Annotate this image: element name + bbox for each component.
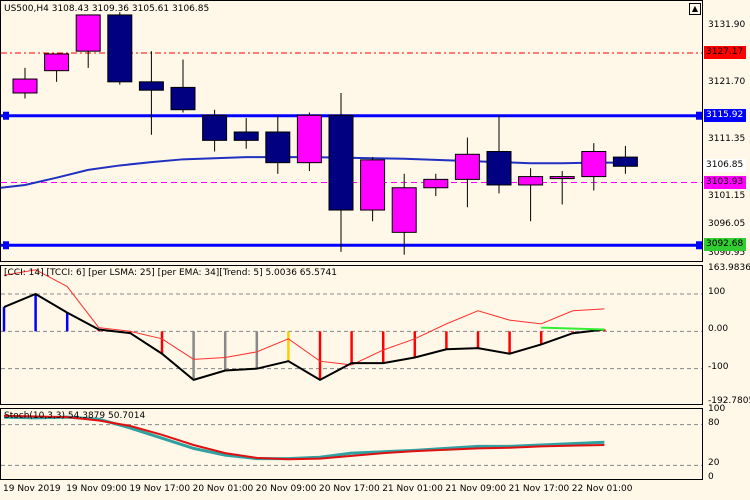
time-tick-label: 19 Nov 17:00 bbox=[129, 484, 191, 494]
cci-tick-label: 100 bbox=[708, 287, 726, 297]
bullish-candle bbox=[581, 151, 607, 178]
price-tick-label: 3121.70 bbox=[708, 76, 746, 87]
bearish-candle bbox=[233, 131, 259, 141]
scroll-corner-icon[interactable]: ▲ bbox=[689, 3, 701, 15]
chart-symbol: US500,H4 bbox=[4, 4, 49, 14]
price-tick-label: 3096.05 bbox=[708, 219, 746, 230]
level-handle bbox=[3, 111, 9, 120]
time-tick-label: 21 Nov 01:00 bbox=[382, 484, 443, 494]
time-tick-label: 20 Nov 01:00 bbox=[192, 484, 254, 494]
stoch-tick-label: 80 bbox=[708, 417, 720, 428]
cci-chart[interactable] bbox=[1, 266, 703, 405]
bullish-candle bbox=[518, 176, 544, 186]
bearish-candle bbox=[328, 114, 354, 211]
time-tick-label: 21 Nov 09:00 bbox=[445, 484, 507, 494]
bullish-candle bbox=[549, 176, 575, 180]
bullish-candle bbox=[454, 153, 480, 180]
bearish-candle bbox=[265, 131, 291, 164]
level-handle bbox=[696, 111, 702, 120]
price-tick-label: 3101.15 bbox=[708, 191, 746, 202]
price-tag: 3115.92 bbox=[704, 108, 746, 122]
bullish-candle bbox=[296, 114, 322, 164]
price-tag: 3092.68 bbox=[704, 238, 746, 252]
cci-indicator-panel[interactable]: [CCI: 14] [TCCI: 6] [per LSMA: 25] [per … bbox=[0, 265, 703, 405]
time-tick-label: 19 Nov 09:00 bbox=[66, 484, 127, 494]
level-handle bbox=[3, 241, 9, 250]
stoch-main-line bbox=[3, 415, 605, 461]
chart-low: 3105.61 bbox=[131, 4, 170, 14]
tcci-line bbox=[3, 269, 605, 366]
stochastic-panel[interactable]: Stoch(10,3,3) 54.3879 50.7014 bbox=[0, 408, 703, 480]
cci-label: [CCI: 14] [TCCI: 6] [per LSMA: 25] [per … bbox=[4, 268, 338, 278]
price-tick-label: 3131.90 bbox=[708, 19, 746, 30]
bullish-candle bbox=[423, 178, 449, 189]
bearish-candle bbox=[202, 114, 228, 141]
chart-header: US500,H4 3108.43 3109.36 3105.61 3106.85 bbox=[4, 4, 209, 14]
cci-tick-label: 163.9836 bbox=[708, 263, 750, 274]
price-tag: 3127.17 bbox=[704, 46, 746, 59]
stoch-signal-line bbox=[3, 414, 605, 461]
time-tick-label: 22 Nov 01:00 bbox=[571, 484, 633, 494]
time-tick-label: 21 Nov 17:00 bbox=[508, 484, 570, 494]
chart-high: 3109.36 bbox=[91, 4, 130, 14]
bullish-candle bbox=[75, 14, 101, 52]
chart-open: 3108.43 bbox=[51, 4, 89, 14]
bullish-candle bbox=[12, 78, 38, 94]
time-tick-label: 19 Nov 2019 bbox=[3, 484, 61, 494]
time-tick-label: 20 Nov 09:00 bbox=[255, 484, 317, 494]
bearish-candle bbox=[612, 156, 638, 167]
chart-close: 3106.85 bbox=[172, 4, 210, 14]
bearish-candle bbox=[138, 81, 164, 91]
time-tick-label: 20 Nov 17:00 bbox=[319, 484, 380, 494]
bearish-candle bbox=[170, 86, 196, 111]
bearish-candle bbox=[486, 151, 512, 186]
cci-tick-label: -100 bbox=[708, 361, 729, 372]
price-tag: 3106.85 bbox=[704, 159, 746, 173]
stoch-tick-label: 100 bbox=[708, 404, 726, 415]
stochastic-label: Stoch(10,3,3) 54.3879 50.7014 bbox=[4, 411, 146, 421]
price-tick-label: 3111.35 bbox=[708, 134, 746, 145]
price-chart-panel[interactable]: US500,H4 3108.43 3109.36 3105.61 3106.85… bbox=[0, 0, 703, 262]
bullish-candle bbox=[360, 159, 386, 211]
price-chart[interactable] bbox=[1, 1, 703, 262]
cci-signal-segment bbox=[541, 326, 605, 331]
bullish-candle bbox=[44, 53, 70, 72]
level-handle bbox=[696, 241, 702, 250]
stoch-tick-label: 0 bbox=[708, 471, 714, 482]
cci-line bbox=[3, 292, 605, 382]
bearish-candle bbox=[107, 14, 133, 83]
price-tag: 3103.93 bbox=[704, 175, 746, 189]
bullish-candle bbox=[391, 187, 417, 233]
cci-tick-label: 0.00 bbox=[708, 324, 729, 335]
stoch-tick-label: 20 bbox=[708, 458, 720, 469]
